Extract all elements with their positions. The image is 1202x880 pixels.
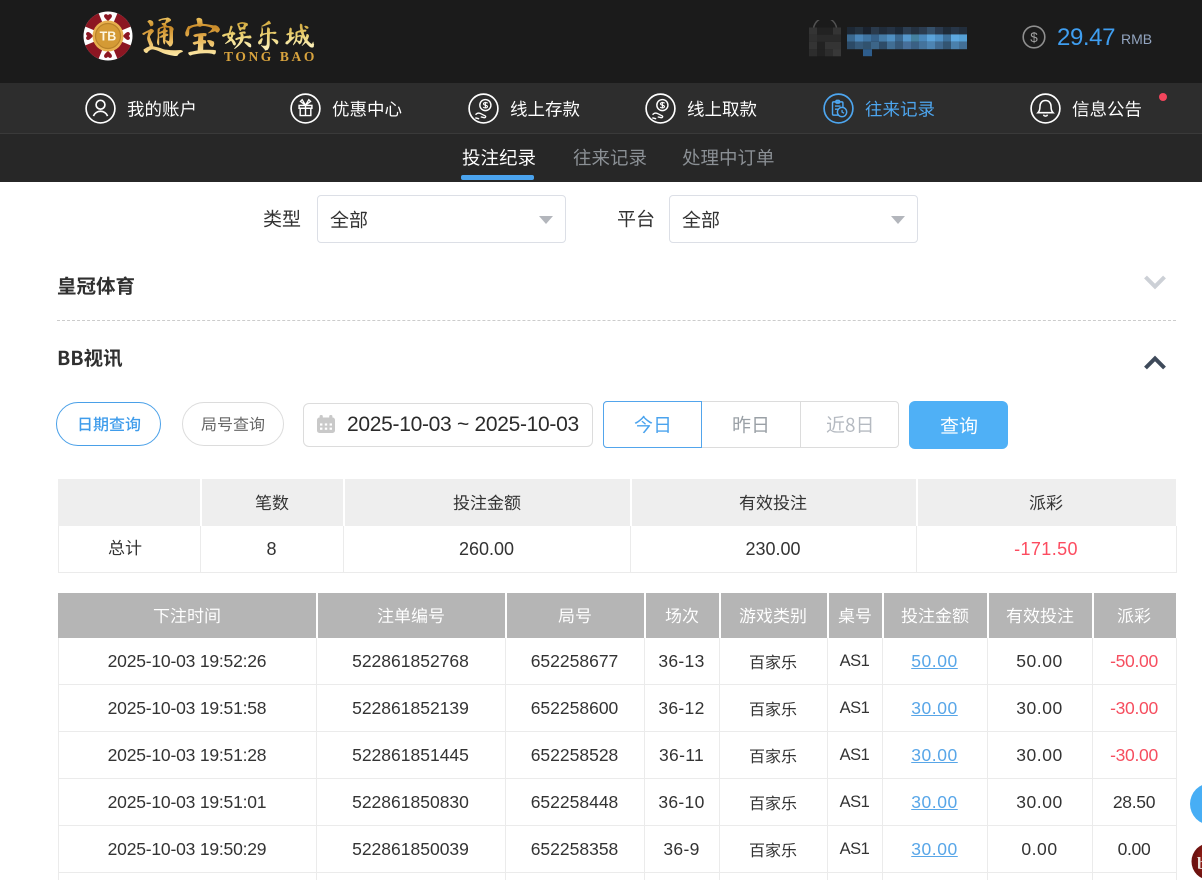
svg-text:$: $ [1030,30,1038,45]
svg-text:b: b [1197,854,1202,873]
svg-text:TB: TB [100,30,117,44]
